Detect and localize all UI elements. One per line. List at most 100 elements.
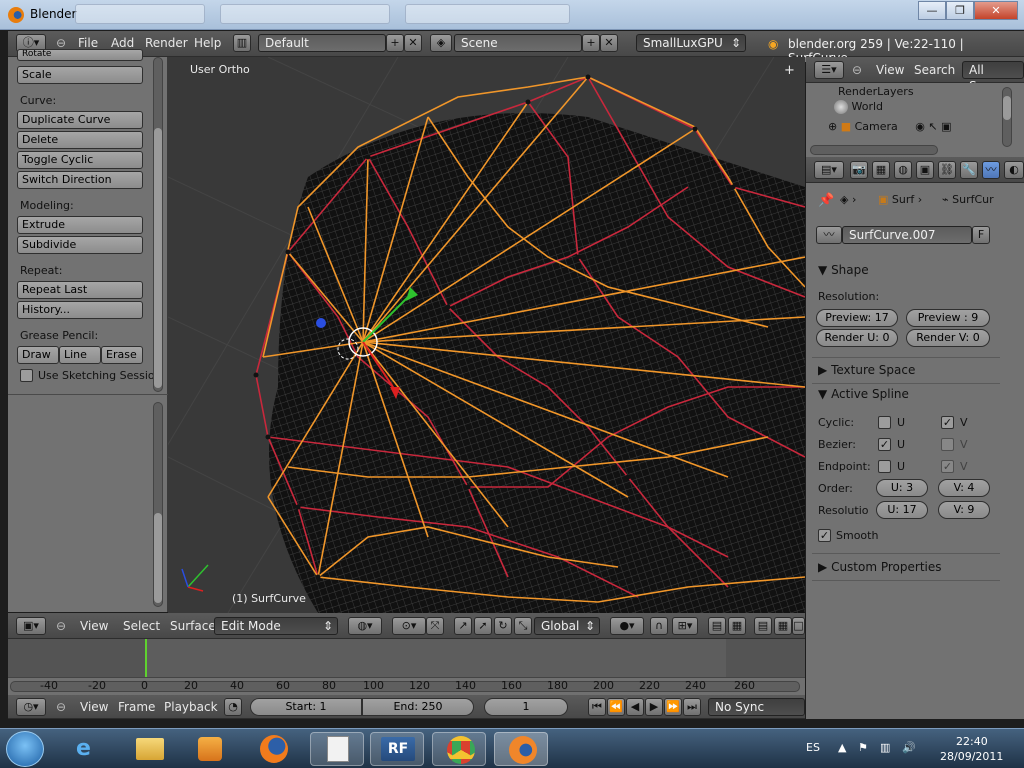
render-still-icon[interactable]: ▤ [708, 617, 726, 635]
fake-user-button[interactable]: F [972, 226, 990, 244]
add-scene-icon[interactable]: + [582, 34, 600, 52]
jump-start-icon[interactable]: ⏮ [588, 698, 606, 716]
menu-search[interactable]: Search [914, 63, 955, 77]
render-v-field[interactable]: Render V: 0 [906, 329, 990, 347]
breadcrumb-object[interactable]: ▣ Surf › [878, 193, 922, 206]
expand-toolbar-icon[interactable]: + [784, 63, 795, 78]
expand-icon[interactable]: ⊕ [828, 120, 837, 133]
duplicate-curve-button[interactable]: Duplicate Curve [17, 111, 143, 129]
pin-icon[interactable]: 📌 [818, 193, 834, 208]
end-frame-field[interactable]: End: 250 [362, 698, 474, 716]
add-screen-icon[interactable]: + [386, 34, 404, 52]
firefox-icon[interactable] [246, 732, 300, 766]
menu-select[interactable]: Select [123, 619, 160, 633]
language-indicator[interactable]: ES [806, 741, 820, 754]
folder-icon[interactable] [122, 732, 176, 766]
clock-time[interactable]: 22:40 [956, 735, 988, 748]
preview-range-icon[interactable]: ◔ [224, 698, 242, 716]
network-icon[interactable]: ▥ [880, 741, 890, 754]
remove-screen-icon[interactable]: ✕ [404, 34, 422, 52]
scale-button[interactable]: Scale [17, 66, 143, 84]
blender-taskbar-icon[interactable] [494, 732, 548, 766]
timeline-editor[interactable]: -40 -20 0 20 40 60 80 100 120 140 160 18… [8, 639, 805, 695]
outliner[interactable]: RenderLayers World ⊕ ■ Camera ◉ ↖ ▣ [806, 83, 1024, 157]
3d-viewport[interactable]: User Ortho + (1) SurfCurve [168, 57, 805, 613]
menu-surface[interactable]: Surface [170, 619, 216, 633]
custom-properties-panel-header[interactable]: ▶ Custom Properties [818, 560, 942, 574]
datablock-name-field[interactable]: SurfCurve.007 [842, 226, 972, 244]
collapse-icon[interactable]: ⊖ [56, 700, 66, 714]
outliner-scrollbar[interactable] [1002, 87, 1012, 147]
data-tab-icon[interactable]: 〰 [982, 161, 1000, 179]
menu-view[interactable]: View [80, 700, 108, 714]
display-mode-select[interactable]: All Scenes [962, 61, 1024, 93]
line-button[interactable]: Line [59, 346, 101, 364]
timeline-ruler[interactable]: -40 -20 0 20 40 60 80 100 120 140 160 18… [8, 677, 805, 695]
order-u-field[interactable]: U: 3 [876, 479, 928, 497]
manipulator-toggle-icon[interactable]: ⤧ [426, 617, 444, 635]
scene-icon[interactable]: ◈ [430, 34, 452, 52]
erase-button[interactable]: Erase [101, 346, 143, 364]
proportional-edit-icon[interactable]: ●▾ [610, 617, 644, 635]
translate-manipulator-icon[interactable]: ↗ [454, 617, 472, 635]
opengl-animation-icon[interactable]: ▦ [774, 617, 792, 635]
screen-layout-icon[interactable]: ▥ [233, 34, 251, 52]
breadcrumb-data[interactable]: ⌁ SurfCur [942, 193, 994, 206]
shape-panel-header[interactable]: ▼ Shape [818, 263, 869, 277]
remove-scene-icon[interactable]: ✕ [600, 34, 618, 52]
play-icon[interactable]: ▶ [645, 698, 663, 716]
subdivide-button[interactable]: Subdivide [17, 236, 143, 254]
object-tab-icon[interactable]: ▣ [916, 161, 934, 179]
mode-select[interactable]: Edit Mode ⇕ [214, 617, 338, 635]
render-layers-tab-icon[interactable]: ▦ [872, 161, 890, 179]
opengl-render-icon[interactable]: ▤ [754, 617, 772, 635]
outliner-row[interactable]: ⊕ ■ Camera ◉ ↖ ▣ [828, 120, 952, 133]
render-engine-select[interactable]: SmallLuxGPU ⇕ [636, 34, 746, 52]
menu-playback[interactable]: Playback [164, 700, 218, 714]
close-button[interactable]: ✕ [974, 1, 1018, 20]
sketching-checkbox[interactable] [20, 369, 33, 382]
current-frame-field[interactable]: 1 [484, 698, 568, 716]
datablock-browse-icon[interactable]: 〰 [816, 226, 842, 244]
history-button[interactable]: History... [17, 301, 143, 319]
outliner-editor-type-icon[interactable]: ☰▾ [814, 61, 844, 79]
tool-shelf-scrollbar[interactable] [153, 57, 163, 392]
action-center-icon[interactable]: ⚑ [858, 741, 868, 754]
collapse-icon[interactable]: ⊖ [56, 619, 66, 633]
menu-help[interactable]: Help [194, 36, 221, 50]
modifiers-tab-icon[interactable]: 🔧 [960, 161, 978, 179]
transform-orientation-select[interactable]: Global ⇕ [534, 617, 600, 635]
internet-explorer-icon[interactable]: e [62, 732, 116, 766]
magnet-snap-icon[interactable]: ∩ [650, 617, 668, 635]
visibility-eye-icon[interactable]: ◉ [915, 120, 925, 133]
window-titlebar[interactable]: Blender — ❐ ✕ [0, 0, 1024, 30]
jump-end-icon[interactable]: ⏭ [683, 698, 701, 716]
move-manipulator-icon[interactable]: ➚ [474, 617, 492, 635]
scale-manipulator-icon[interactable]: ⤡ [514, 617, 532, 635]
extrude-button[interactable]: Extrude [17, 216, 143, 234]
pivot-point-icon[interactable]: ⊙▾ [392, 617, 426, 635]
rotate-manipulator-icon[interactable]: ↻ [494, 617, 512, 635]
cyclic-v-checkbox[interactable]: ✓ [941, 416, 954, 429]
show-hidden-icons-icon[interactable]: ▲ [838, 741, 846, 754]
viewport-canvas[interactable] [168, 57, 805, 613]
collapse-icon[interactable]: ⊖ [56, 36, 66, 50]
render-tab-icon[interactable]: 📷 [850, 161, 868, 179]
menu-view[interactable]: View [876, 63, 904, 77]
scene-field[interactable]: Scene [454, 34, 582, 52]
menu-frame[interactable]: Frame [118, 700, 155, 714]
bezier-u-checkbox[interactable]: ✓ [878, 438, 891, 451]
render-u-field[interactable]: Render U: 0 [816, 329, 898, 347]
smooth-checkbox[interactable]: ✓ [818, 529, 831, 542]
header-overflow-icon[interactable]: □ [792, 617, 805, 635]
operator-panel-scrollbar[interactable] [153, 402, 163, 607]
maximize-button[interactable]: ❐ [946, 1, 974, 20]
delete-button[interactable]: Delete [17, 131, 143, 149]
render-animation-icon[interactable]: ▦ [728, 617, 746, 635]
media-player-icon[interactable] [182, 732, 236, 766]
viewport-shading-icon[interactable]: ◍▾ [348, 617, 382, 635]
collapse-icon[interactable]: ⊖ [852, 63, 862, 77]
properties-editor[interactable]: 📌 ◈ › ▣ Surf › ⌁ SurfCur 〰 SurfCurve.007… [806, 183, 1024, 719]
outliner-row[interactable]: World [834, 100, 883, 114]
clock-date[interactable]: 28/09/2011 [940, 750, 1003, 763]
